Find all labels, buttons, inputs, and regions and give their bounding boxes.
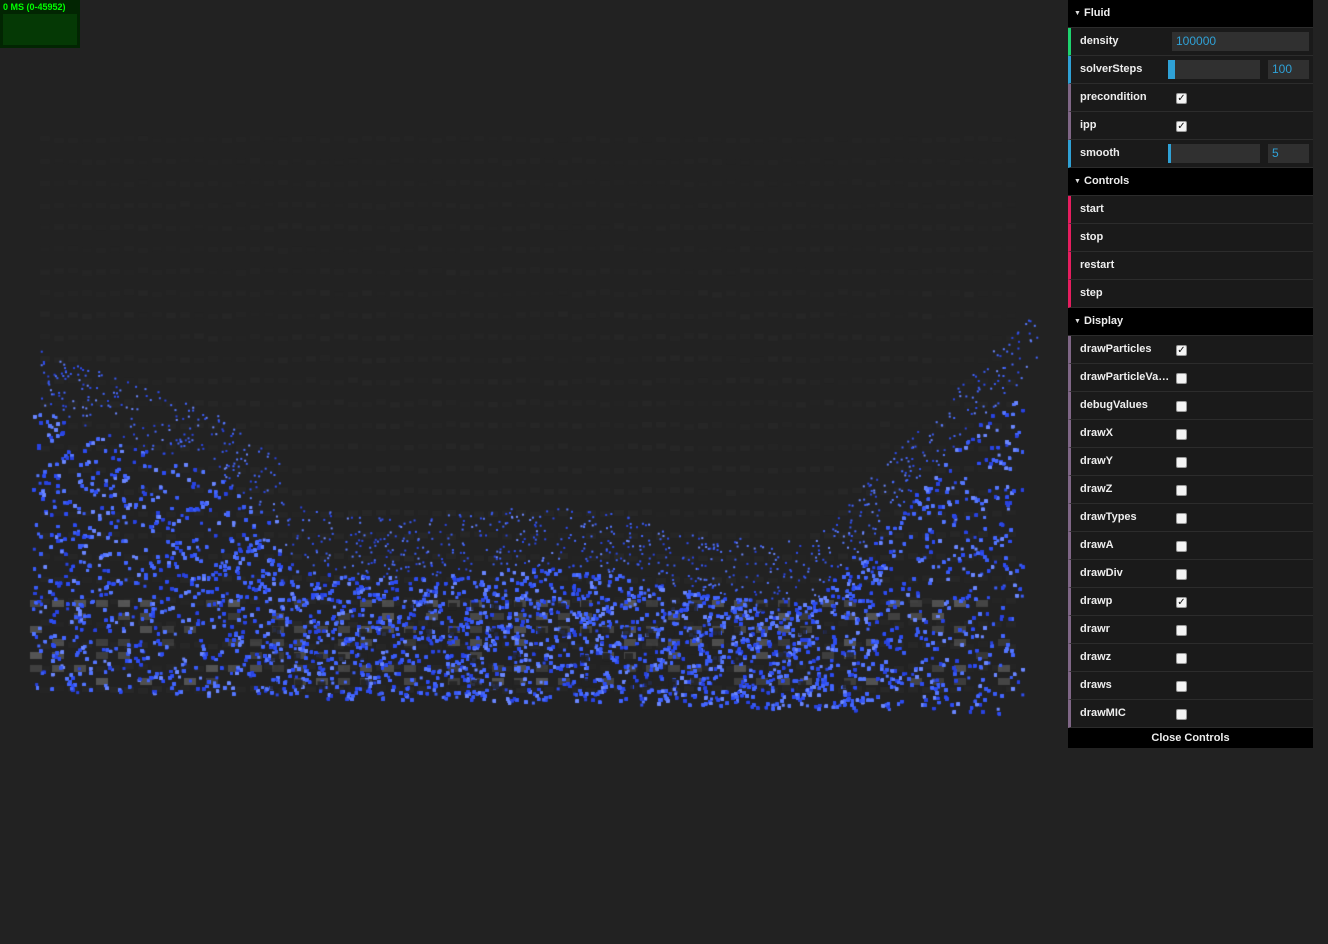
- control-label: drawTypes: [1080, 511, 1137, 523]
- control-label: drawz: [1080, 651, 1112, 663]
- control-label: step: [1080, 287, 1103, 299]
- control-smooth: smooth: [1068, 140, 1313, 168]
- control-label: stop: [1080, 231, 1104, 243]
- control-label: restart: [1080, 259, 1115, 271]
- drawTypes-checkbox[interactable]: [1176, 513, 1187, 524]
- debugValues-checkbox[interactable]: [1176, 401, 1187, 412]
- folder-title-label: Display: [1084, 315, 1124, 327]
- drawParticleValues-checkbox[interactable]: [1176, 373, 1187, 384]
- drawr-checkbox[interactable]: [1176, 625, 1187, 636]
- control-label: drawY: [1080, 455, 1114, 467]
- chevron-down-icon: ▼: [1074, 318, 1081, 325]
- control-drawA: drawA: [1068, 532, 1313, 560]
- control-restart[interactable]: restart: [1068, 252, 1313, 280]
- folder-controls[interactable]: ▼ Controls: [1068, 168, 1313, 196]
- density-input[interactable]: [1172, 32, 1309, 51]
- control-label: drawZ: [1080, 483, 1113, 495]
- stats-panel[interactable]: 0 MS (0-45952): [0, 0, 80, 48]
- control-label: draws: [1080, 679, 1112, 691]
- solverSteps-slider[interactable]: [1168, 60, 1260, 79]
- control-label: drawDiv: [1080, 567, 1123, 579]
- control-label: drawA: [1080, 539, 1114, 551]
- control-label: solverSteps: [1080, 63, 1143, 75]
- control-drawr: drawr: [1068, 616, 1313, 644]
- slider-fill: [1168, 60, 1175, 79]
- stats-readout: 0 MS (0-45952): [3, 2, 66, 12]
- smooth-slider[interactable]: [1168, 144, 1260, 163]
- control-drawZ: drawZ: [1068, 476, 1313, 504]
- control-ipp: ipp ✓: [1068, 112, 1313, 140]
- chevron-down-icon: ▼: [1074, 10, 1081, 17]
- control-drawX: drawX: [1068, 420, 1313, 448]
- folder-title-label: Fluid: [1084, 7, 1111, 19]
- control-label: drawParticles: [1080, 343, 1152, 355]
- control-label: precondition: [1080, 91, 1147, 103]
- solverSteps-number-input[interactable]: [1268, 60, 1309, 79]
- drawz-checkbox[interactable]: [1176, 653, 1187, 664]
- control-label: smooth: [1080, 147, 1120, 159]
- smooth-number-input[interactable]: [1268, 144, 1309, 163]
- control-drawTypes: drawTypes: [1068, 504, 1313, 532]
- control-label: drawParticleValues: [1080, 371, 1172, 383]
- control-drawz: drawz: [1068, 644, 1313, 672]
- control-drawParticleValues: drawParticleValues: [1068, 364, 1313, 392]
- drawA-checkbox[interactable]: [1176, 541, 1187, 552]
- control-draws: draws: [1068, 672, 1313, 700]
- control-label: density: [1080, 35, 1119, 47]
- drawp-checkbox[interactable]: ✓: [1176, 597, 1187, 608]
- drawParticles-checkbox[interactable]: ✓: [1176, 345, 1187, 356]
- control-drawp: drawp ✓: [1068, 588, 1313, 616]
- folder-fluid[interactable]: ▼ Fluid: [1068, 0, 1313, 28]
- control-label: drawX: [1080, 427, 1114, 439]
- control-label: start: [1080, 203, 1104, 215]
- control-drawMIC: drawMIC: [1068, 700, 1313, 728]
- folder-display[interactable]: ▼ Display: [1068, 308, 1313, 336]
- draws-checkbox[interactable]: [1176, 681, 1187, 692]
- control-stop[interactable]: stop: [1068, 224, 1313, 252]
- control-precondition: precondition ✓: [1068, 84, 1313, 112]
- control-label: drawp: [1080, 595, 1113, 607]
- slider-fill: [1168, 144, 1171, 163]
- folder-title-label: Controls: [1084, 175, 1130, 187]
- control-density: density: [1068, 28, 1313, 56]
- control-label: ipp: [1080, 119, 1097, 131]
- control-drawDiv: drawDiv: [1068, 560, 1313, 588]
- control-label: drawMIC: [1080, 707, 1126, 719]
- stats-graph: [3, 14, 77, 45]
- control-solverSteps: solverSteps: [1068, 56, 1313, 84]
- drawY-checkbox[interactable]: [1176, 457, 1187, 468]
- ipp-checkbox[interactable]: ✓: [1176, 121, 1187, 132]
- control-step[interactable]: step: [1068, 280, 1313, 308]
- control-label: drawr: [1080, 623, 1110, 635]
- drawMIC-checkbox[interactable]: [1176, 709, 1187, 720]
- chevron-down-icon: ▼: [1074, 178, 1081, 185]
- drawDiv-checkbox[interactable]: [1176, 569, 1187, 580]
- control-debugValues: debugValues: [1068, 392, 1313, 420]
- control-drawParticles: drawParticles ✓: [1068, 336, 1313, 364]
- precondition-checkbox[interactable]: ✓: [1176, 93, 1187, 104]
- drawX-checkbox[interactable]: [1176, 429, 1187, 440]
- close-controls-button[interactable]: Close Controls: [1068, 728, 1313, 748]
- drawZ-checkbox[interactable]: [1176, 485, 1187, 496]
- control-start[interactable]: start: [1068, 196, 1313, 224]
- control-label: debugValues: [1080, 399, 1148, 411]
- controls-panel: ▼FluiddensitysolverStepsprecondition✓ipp…: [1068, 0, 1313, 748]
- control-drawY: drawY: [1068, 448, 1313, 476]
